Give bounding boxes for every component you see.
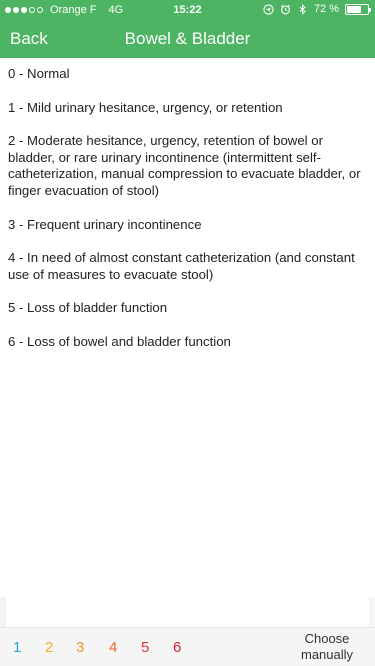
- nav-bar: Back Bowel & Bladder: [0, 20, 375, 58]
- back-button[interactable]: Back: [10, 29, 48, 49]
- option-3[interactable]: 3 - Frequent urinary incontinence: [8, 217, 368, 234]
- alarm-icon: [280, 4, 290, 14]
- options-list: 0 - Normal 1 - Mild urinary hesitance, u…: [8, 66, 368, 368]
- score-bar: 1 2 3 4 5 6 Choose manually: [0, 627, 375, 666]
- option-6[interactable]: 6 - Loss of bowel and bladder function: [8, 334, 368, 351]
- battery-level: [347, 5, 362, 13]
- bluetooth-icon: [299, 3, 306, 15]
- status-bar: Orange F 4G 15:22 72 %: [0, 0, 375, 20]
- score-button-2[interactable]: 2: [45, 639, 53, 656]
- score-button-1[interactable]: 1: [13, 639, 21, 656]
- score-button-5[interactable]: 5: [141, 639, 149, 656]
- option-5[interactable]: 5 - Loss of bladder function: [8, 300, 368, 317]
- option-1[interactable]: 1 - Mild urinary hesitance, urgency, or …: [8, 100, 368, 117]
- score-button-6[interactable]: 6: [173, 639, 181, 656]
- location-icon: [263, 3, 274, 15]
- status-right: 72 %: [263, 3, 371, 15]
- option-2[interactable]: 2 - Moderate hesitance, urgency, retenti…: [8, 133, 368, 199]
- battery-icon: [345, 3, 371, 15]
- score-button-4[interactable]: 4: [109, 639, 117, 656]
- option-4[interactable]: 4 - In need of almost constant catheteri…: [8, 250, 368, 283]
- battery-percent: 72 %: [313, 3, 339, 15]
- top-bar: Orange F 4G 15:22 72 % Back Bowel & Blad…: [0, 0, 375, 58]
- edge-shadow-left: [0, 597, 6, 627]
- score-button-3[interactable]: 3: [76, 639, 84, 656]
- page-title: Bowel & Bladder: [124, 29, 251, 48]
- screen: Orange F 4G 15:22 72 % Back Bowel & Blad…: [0, 0, 375, 666]
- option-0[interactable]: 0 - Normal: [8, 66, 368, 83]
- choose-manually-button[interactable]: Choose manually: [297, 631, 357, 663]
- edge-shadow-right: [369, 597, 375, 627]
